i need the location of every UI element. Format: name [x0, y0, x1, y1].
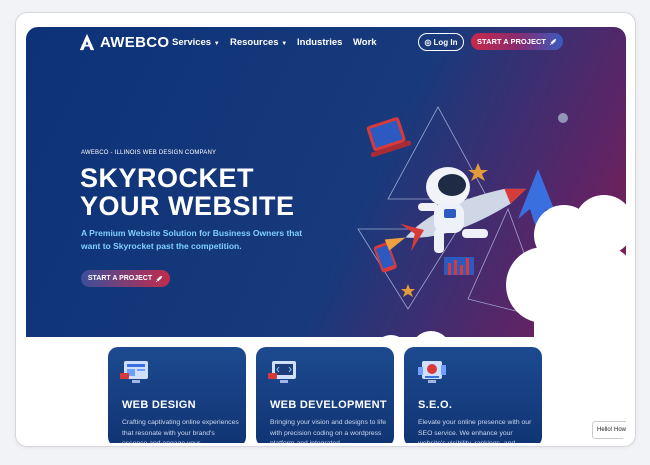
- web-development-icon: [268, 361, 296, 383]
- card-description: Bringing your vision and designs to life…: [270, 419, 386, 443]
- start-project-button[interactable]: START A PROJECT: [471, 33, 563, 50]
- nav-services[interactable]: Services ▼: [172, 37, 220, 48]
- logo-text: AWEBCO: [100, 33, 170, 51]
- awebco-logo-icon: [79, 33, 95, 51]
- card-description: Crafting captivating online experiences …: [122, 419, 239, 443]
- hero-start-project-button[interactable]: START A PROJECT: [81, 270, 170, 287]
- seo-icon: [418, 361, 446, 383]
- chevron-down-icon: ▼: [281, 41, 288, 47]
- service-card-web-design[interactable]: WEB DESIGN Crafting captivating online e…: [108, 347, 246, 443]
- card-title: WEB DESIGN: [122, 399, 196, 411]
- nav-work[interactable]: Work: [353, 37, 377, 48]
- start-project-label: START A PROJECT: [477, 37, 546, 46]
- top-navigation: AWEBCO Services ▼ Resources ▼ Industries…: [26, 27, 626, 59]
- nav-resources-label: Resources: [230, 37, 279, 48]
- nav-industries[interactable]: Industries: [297, 37, 342, 48]
- hero-eyebrow: AWEBCO - ILLINOIS WEB DESIGN COMPANY: [81, 150, 217, 156]
- chevron-down-icon: ▼: [213, 41, 220, 47]
- service-card-web-development[interactable]: WEB DEVELOPMENT Bringing your vision and…: [256, 347, 394, 443]
- hero-headline: SKYROCKET YOUR WEBSITE: [80, 164, 295, 220]
- nav-resources[interactable]: Resources ▼: [230, 37, 287, 48]
- logo[interactable]: AWEBCO: [78, 33, 169, 51]
- card-description: Elevate your online presence with our SE…: [418, 419, 532, 443]
- card-title: S.E.O.: [418, 399, 453, 411]
- website: AWEBCO Services ▼ Resources ▼ Industries…: [26, 27, 626, 443]
- hero-subheadline: A Premium Website Solution for Business …: [81, 228, 303, 251]
- service-card-seo[interactable]: S.E.O. Elevate your online presence with…: [404, 347, 542, 443]
- login-button[interactable]: ◎ Log In: [418, 33, 464, 51]
- login-label: Log In: [433, 37, 458, 47]
- rocket-icon: [155, 275, 163, 282]
- nav-services-label: Services: [172, 37, 212, 48]
- rocket-icon: [549, 38, 557, 45]
- browser-frame: AWEBCO Services ▼ Resources ▼ Industries…: [15, 12, 636, 447]
- user-circle-icon: ◎: [424, 37, 432, 47]
- headline-line-1: SKYROCKET: [80, 163, 255, 193]
- web-design-icon: [120, 361, 148, 383]
- card-title: WEB DEVELOPMENT: [270, 399, 387, 411]
- headline-line-2: YOUR WEBSITE: [80, 191, 295, 221]
- chat-widget[interactable]: Hello! How c: [592, 421, 626, 439]
- hero-cta-label: START A PROJECT: [87, 275, 153, 282]
